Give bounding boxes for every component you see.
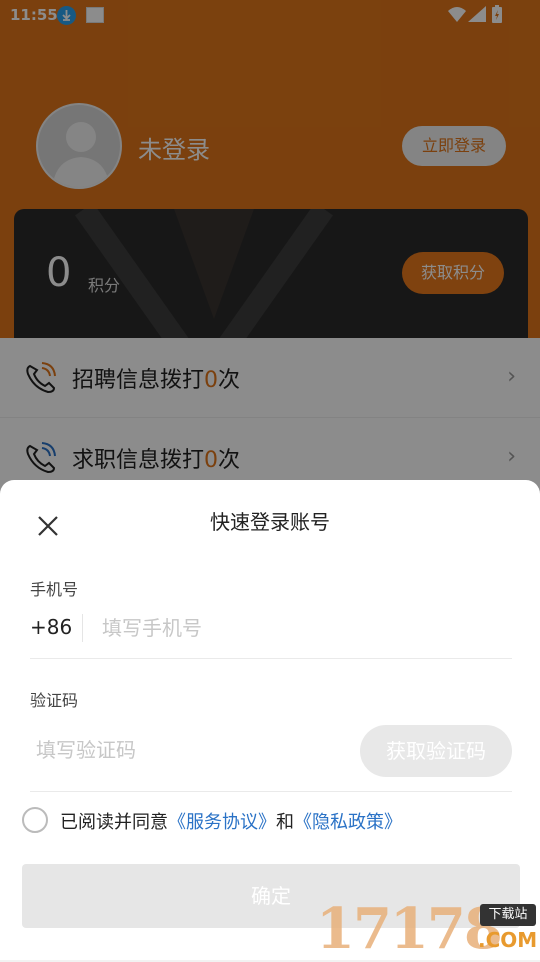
phone-input[interactable] xyxy=(102,612,502,644)
divider xyxy=(30,791,512,792)
get-code-button[interactable]: 获取验证码 xyxy=(360,725,512,777)
agree-checkbox[interactable] xyxy=(22,807,48,833)
watermark-domain: .COM xyxy=(478,928,538,952)
sheet-title: 快速登录账号 xyxy=(210,510,330,534)
watermark-tag: 下载站 xyxy=(480,904,536,926)
phone-label: 手机号 xyxy=(30,580,79,599)
divider xyxy=(82,614,83,642)
privacy-policy-link[interactable]: 《隐私政策》 xyxy=(294,812,402,833)
divider xyxy=(30,658,512,659)
agree-prefix: 已阅读并同意 xyxy=(60,812,168,833)
agreement-text: 已阅读并同意《服务协议》和《隐私政策》 xyxy=(60,808,402,834)
country-code[interactable]: +86 xyxy=(30,615,72,639)
verification-code-input[interactable] xyxy=(36,734,336,766)
service-agreement-link[interactable]: 《服务协议》 xyxy=(168,812,276,833)
agree-and: 和 xyxy=(276,812,294,833)
verification-code-label: 验证码 xyxy=(30,691,79,710)
watermark-logo-number: 17178 xyxy=(316,896,503,962)
